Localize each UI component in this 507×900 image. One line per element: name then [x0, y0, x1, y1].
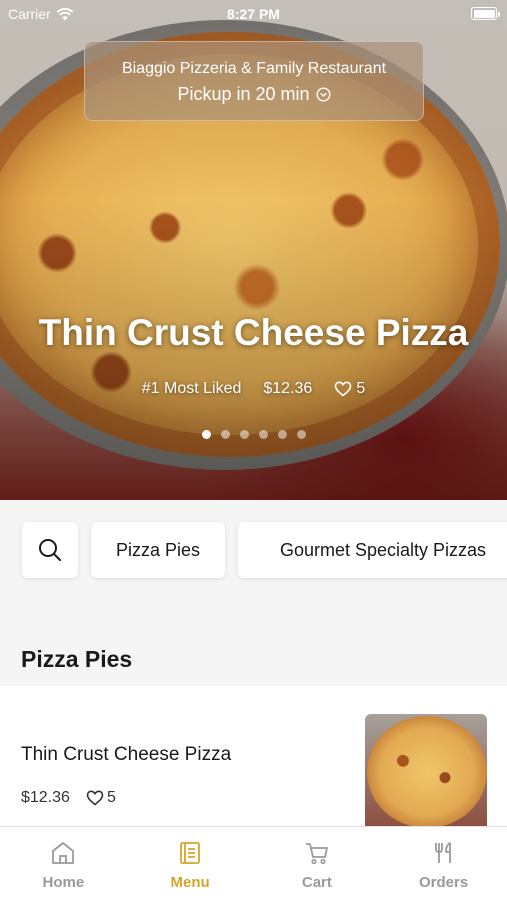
pizza-thumbnail-image	[367, 716, 487, 826]
tab-orders-label: Orders	[419, 874, 469, 891]
tab-orders[interactable]: Orders	[380, 827, 507, 900]
menu-item-row[interactable]: Thin Crust Cheese Pizza $12.36 5	[0, 686, 507, 826]
pickup-info-card[interactable]: Biaggio Pizzeria & Family Restaurant Pic…	[84, 41, 424, 121]
tab-home-label: Home	[42, 874, 85, 891]
status-bar: Carrier 8:27 PM	[0, 0, 507, 28]
section-header: Pizza Pies	[0, 600, 507, 686]
clock: 8:27 PM	[227, 6, 280, 22]
tab-home[interactable]: Home	[0, 827, 127, 900]
restaurant-name: Biaggio Pizzeria & Family Restaurant	[121, 60, 387, 77]
home-icon	[52, 842, 75, 864]
featured-likes-count: 5	[356, 380, 366, 397]
featured-item-title: Thin Crust Cheese Pizza	[38, 312, 469, 353]
featured-price: $12.36	[263, 380, 313, 397]
carousel-dot[interactable]	[201, 430, 211, 439]
menu-icon	[180, 842, 201, 864]
menu-item-likes-count: 5	[106, 789, 116, 806]
section-title: Pizza Pies	[21, 646, 133, 672]
tab-menu[interactable]: Menu	[127, 827, 254, 900]
menu-item-likes: 5	[86, 789, 116, 807]
search-icon	[39, 539, 61, 561]
tab-cart-label: Cart	[301, 874, 332, 891]
carousel-dot[interactable]	[220, 430, 230, 439]
pickup-time-label: Pickup in 20 min	[177, 84, 310, 104]
chevron-down-circle-icon	[316, 87, 331, 102]
battery-icon	[471, 7, 500, 20]
bottom-tab-bar: Home Menu Cart Orders	[0, 826, 507, 900]
carousel-dot[interactable]	[277, 430, 287, 439]
orders-icon	[434, 842, 451, 863]
heart-icon	[335, 381, 352, 397]
cart-icon	[305, 843, 328, 865]
featured-likes: 5	[334, 380, 365, 398]
menu-item-price: $12.36	[21, 789, 70, 806]
featured-item-meta: #1 Most Liked $12.36 5	[0, 380, 507, 398]
featured-rank: #1 Most Liked	[141, 380, 242, 397]
menu-item-name: Thin Crust Cheese Pizza	[21, 744, 232, 765]
tab-cart[interactable]: Cart	[254, 827, 381, 900]
category-bar: Pizza Pies Gourmet Specialty Pizzas	[0, 500, 507, 600]
category-pizza-pies[interactable]: Pizza Pies	[91, 522, 225, 578]
carousel-indicator[interactable]	[0, 430, 507, 439]
hero-banner[interactable]: Carrier 8:27 PM Biaggio Pizzeria & Famil…	[0, 0, 507, 500]
heart-icon	[86, 790, 104, 806]
carousel-dot[interactable]	[296, 430, 306, 439]
carousel-dot[interactable]	[239, 430, 249, 439]
menu-item-thumbnail[interactable]	[365, 714, 487, 826]
tab-menu-label: Menu	[170, 874, 210, 891]
menu-item-meta: $12.36 5	[21, 789, 116, 807]
search-button[interactable]	[22, 522, 78, 578]
carousel-dot[interactable]	[258, 430, 268, 439]
category-gourmet-specialty-pizzas[interactable]: Gourmet Specialty Pizzas	[238, 522, 507, 578]
pickup-time-selector[interactable]: Pickup in 20 min	[85, 84, 423, 105]
